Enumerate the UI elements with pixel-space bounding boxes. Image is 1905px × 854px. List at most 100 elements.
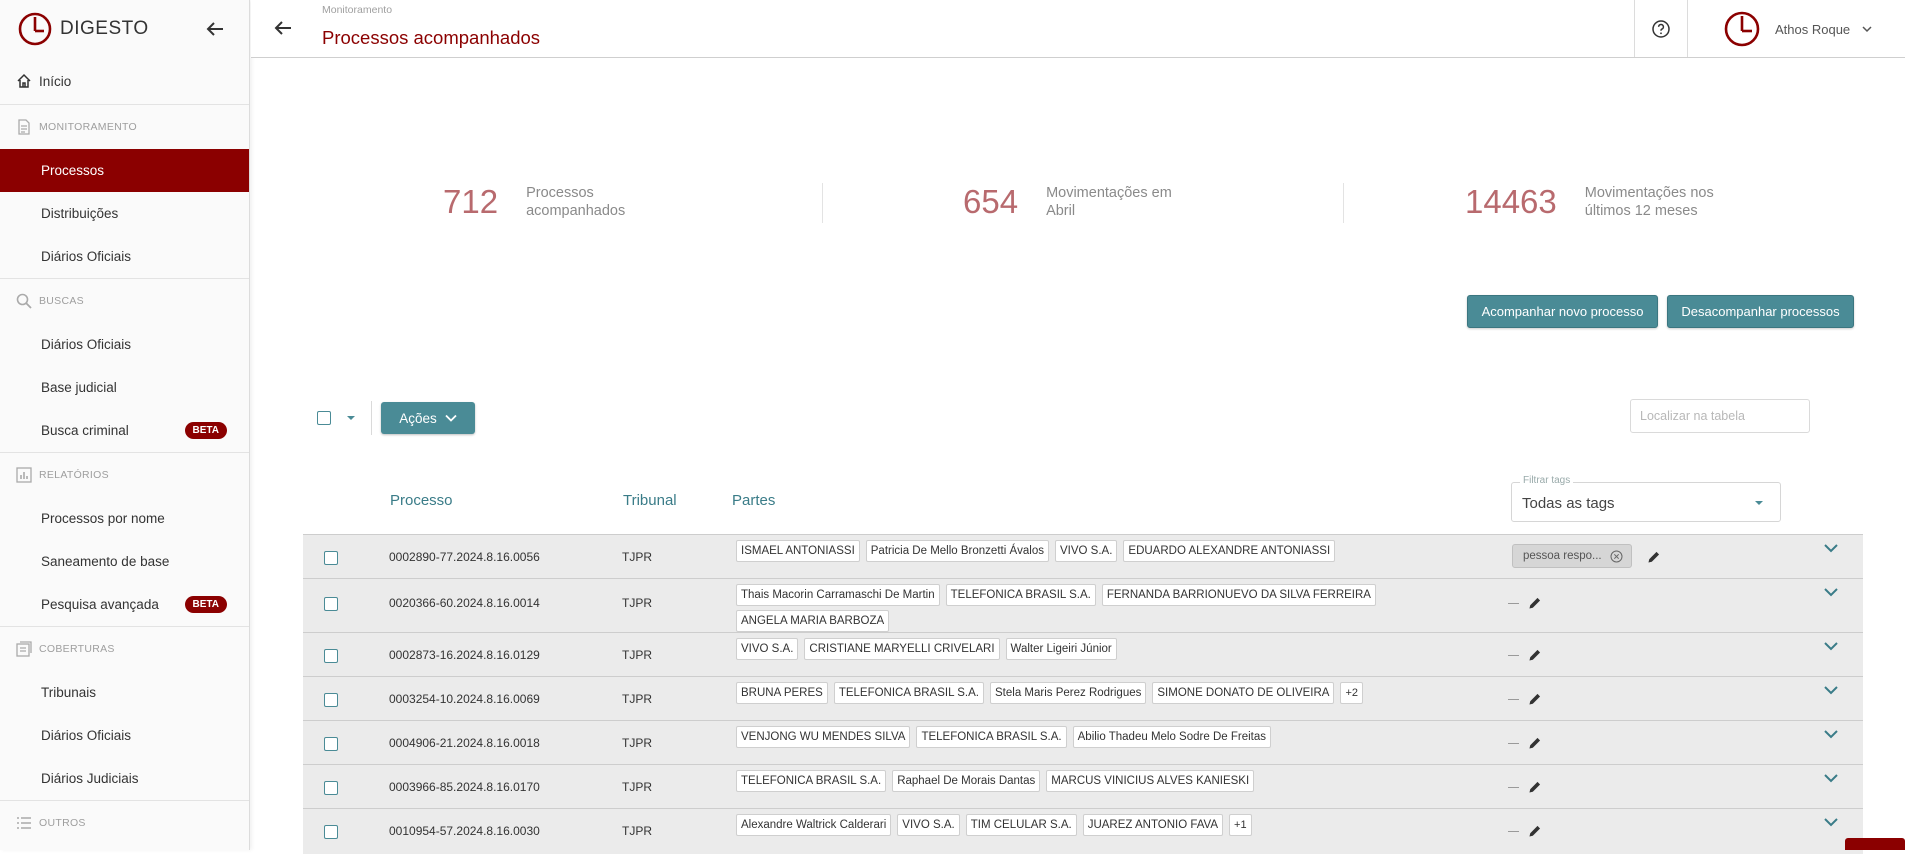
document-icon bbox=[18, 119, 30, 135]
stat-label: Movimentações nos últimos 12 meses bbox=[1584, 185, 1714, 219]
floating-action-tab[interactable] bbox=[1845, 838, 1905, 850]
stat-label: Movimentações em Abril bbox=[1046, 185, 1172, 219]
sidebar-item-processos-por-nome[interactable]: Processos por nome bbox=[0, 497, 249, 540]
sidebar-item-saneamento-de-base[interactable]: Saneamento de base bbox=[0, 540, 249, 583]
parties-list: VIVO S.A. CRISTIANE MARYELLI CRIVELARI Wal… bbox=[736, 638, 1416, 660]
collapse-sidebar-icon[interactable] bbox=[203, 17, 227, 41]
parties-list: ISMAEL ANTONIASSI Patricia De Mello Bronz… bbox=[736, 540, 1416, 562]
column-header-processo[interactable]: Processo bbox=[390, 492, 453, 509]
row-checkbox[interactable] bbox=[324, 825, 338, 839]
row-checkbox[interactable] bbox=[324, 781, 338, 795]
parties-list: Alexandre Waltrick Calderari VIVO S.A. TIM… bbox=[736, 814, 1416, 836]
help-button[interactable] bbox=[1634, 0, 1688, 57]
sidebar-item-diarios-judiciais[interactable]: Diários Judiciais bbox=[0, 757, 249, 800]
section-monitoramento: MONITORAMENTO bbox=[0, 104, 249, 149]
party-chip: JUAREZ ANTONIO FAVA bbox=[1082, 814, 1224, 836]
stat-movimentacoes-12-meses: 14463 Movimentações nos últimos 12 meses bbox=[1465, 180, 1735, 224]
edit-tags-icon[interactable] bbox=[1528, 736, 1542, 750]
expand-row-chevron-icon[interactable] bbox=[1823, 727, 1839, 739]
parties-list: TELEFONICA BRASIL S.A. Raphael De Morais … bbox=[736, 770, 1416, 792]
expand-row-chevron-icon[interactable] bbox=[1823, 683, 1839, 695]
table-search-input[interactable] bbox=[1630, 399, 1810, 433]
sidebar-item-inicio[interactable]: Início bbox=[0, 58, 249, 104]
follow-new-process-button[interactable]: Acompanhar novo processo bbox=[1467, 295, 1658, 328]
sidebar-item-tribunais[interactable]: Tribunais bbox=[0, 671, 249, 714]
back-arrow-icon[interactable] bbox=[271, 16, 295, 40]
edit-tags-icon[interactable] bbox=[1528, 648, 1542, 662]
caret-down-icon bbox=[1755, 501, 1763, 505]
parties-list: BRUNA PERES TELEFONICA BRASIL S.A. Stela M… bbox=[736, 682, 1416, 704]
brand: DIGESTO bbox=[0, 0, 249, 58]
more-parties-chip[interactable]: +1 bbox=[1229, 814, 1252, 836]
parties-list: Thais Macorin Carramaschi De Martin TELEF… bbox=[736, 584, 1416, 632]
column-header-tribunal[interactable]: Tribunal bbox=[623, 492, 677, 509]
expand-row-chevron-icon[interactable] bbox=[1823, 815, 1839, 827]
process-number[interactable]: 0004906-21.2024.8.16.0018 bbox=[389, 736, 540, 750]
process-number[interactable]: 0003254-10.2024.8.16.0069 bbox=[389, 692, 540, 706]
party-chip: Stela Maris Perez Rodrigues bbox=[990, 682, 1147, 704]
edit-tags-icon[interactable] bbox=[1528, 780, 1542, 794]
expand-row-chevron-icon[interactable] bbox=[1823, 541, 1839, 553]
table-row[interactable]: 0003966-85.2024.8.16.0170 TJPR TELEFONICA … bbox=[303, 764, 1863, 808]
edit-tags-icon[interactable] bbox=[1528, 596, 1542, 610]
process-number[interactable]: 0020366-60.2024.8.16.0014 bbox=[389, 596, 540, 610]
process-number[interactable]: 0002890-77.2024.8.16.0056 bbox=[389, 550, 540, 564]
party-chip: ANGELA MARIA BARBOZA bbox=[736, 610, 890, 632]
party-chip: MARCUS VINICIUS ALVES KANIESKI bbox=[1046, 770, 1255, 792]
row-checkbox[interactable] bbox=[324, 551, 338, 565]
process-number[interactable]: 0002873-16.2024.8.16.0129 bbox=[389, 648, 540, 662]
remove-tag-icon[interactable] bbox=[1610, 550, 1623, 563]
row-checkbox[interactable] bbox=[324, 737, 338, 751]
edit-tags-icon[interactable] bbox=[1528, 692, 1542, 706]
table-row[interactable]: 0003254-10.2024.8.16.0069 TJPR BRUNA PERES… bbox=[303, 676, 1863, 720]
row-checkbox[interactable] bbox=[324, 649, 338, 663]
breadcrumb[interactable]: Monitoramento bbox=[322, 4, 392, 16]
page-title: Processos acompanhados bbox=[322, 27, 541, 48]
unfollow-processes-button[interactable]: Desacompanhar processos bbox=[1667, 295, 1854, 328]
expand-row-chevron-icon[interactable] bbox=[1823, 639, 1839, 651]
sidebar-item-processos[interactable]: Processos bbox=[0, 149, 249, 192]
party-chip: CRISTIANE MARYELLI CRIVELARI bbox=[804, 638, 1000, 660]
sidebar-item-base-judicial[interactable]: Base judicial bbox=[0, 366, 249, 409]
table-row[interactable]: 0002890-77.2024.8.16.0056 TJPR ISMAEL ANTO… bbox=[303, 534, 1863, 578]
row-checkbox[interactable] bbox=[324, 693, 338, 707]
stat-label: Processos acompanhados bbox=[526, 185, 626, 219]
user-menu[interactable]: Athos Roque bbox=[1723, 9, 1872, 49]
list-icon bbox=[17, 817, 31, 829]
party-chip: SIMONE DONATO DE OLIVEIRA bbox=[1152, 682, 1335, 704]
sidebar-item-label: Início bbox=[39, 73, 72, 89]
toolbar-divider bbox=[371, 401, 372, 435]
search-icon bbox=[16, 293, 32, 309]
tag-chip: pessoa respo... bbox=[1512, 544, 1632, 568]
table-row[interactable]: 0004906-21.2024.8.16.0018 TJPR VENJONG WU … bbox=[303, 720, 1863, 764]
caret-down-icon[interactable] bbox=[346, 413, 356, 423]
sidebar-item-diarios-oficiais[interactable]: Diários Oficiais bbox=[0, 235, 249, 278]
sidebar: DIGESTO Início MONITORAMENTO Processos D… bbox=[0, 0, 250, 850]
sidebar-item-coberturas-diarios-oficiais[interactable]: Diários Oficiais bbox=[0, 714, 249, 757]
stat-value: 14463 bbox=[1465, 183, 1557, 220]
party-chip: Patricia De Mello Bronzetti Ávalos bbox=[865, 540, 1049, 562]
sidebar-item-busca-criminal[interactable]: Busca criminal BETA bbox=[0, 409, 249, 452]
actions-dropdown-button[interactable]: Ações bbox=[381, 402, 475, 434]
more-parties-chip[interactable]: +2 bbox=[1340, 682, 1364, 704]
edit-tags-icon[interactable] bbox=[1647, 550, 1661, 564]
edit-tags-icon[interactable] bbox=[1528, 824, 1542, 838]
party-chip: FERNANDA BARRIONUEVO DA SILVA FERREIRA bbox=[1101, 584, 1376, 606]
party-chip: TELEFONICA BRASIL S.A. bbox=[916, 726, 1067, 748]
process-number[interactable]: 0003966-85.2024.8.16.0170 bbox=[389, 780, 540, 794]
sidebar-item-distribuicoes[interactable]: Distribuições bbox=[0, 192, 249, 235]
process-number[interactable]: 0010954-57.2024.8.16.0030 bbox=[389, 824, 540, 838]
sidebar-item-pesquisa-avancada[interactable]: Pesquisa avançada BETA bbox=[0, 583, 249, 626]
row-checkbox[interactable] bbox=[324, 597, 338, 611]
table-row[interactable]: 0002873-16.2024.8.16.0129 TJPR VIVO S.A. CR… bbox=[303, 632, 1863, 676]
table-row[interactable]: 0020366-60.2024.8.16.0014 TJPR Thais Macor… bbox=[303, 578, 1863, 632]
sidebar-item-buscas-diarios[interactable]: Diários Oficiais bbox=[0, 323, 249, 366]
tribunal: TJPR bbox=[622, 780, 652, 794]
tag-filter-label: Filtrar tags bbox=[1520, 475, 1574, 486]
table-row[interactable]: 0010954-57.2024.8.16.0030 TJPR Alexandre W… bbox=[303, 808, 1863, 854]
tag-filter-select[interactable]: Filtrar tags Todas as tags bbox=[1511, 475, 1781, 522]
tribunal: TJPR bbox=[622, 824, 652, 838]
select-all-checkbox[interactable] bbox=[317, 411, 331, 425]
expand-row-chevron-icon[interactable] bbox=[1823, 585, 1839, 597]
expand-row-chevron-icon[interactable] bbox=[1823, 771, 1839, 783]
